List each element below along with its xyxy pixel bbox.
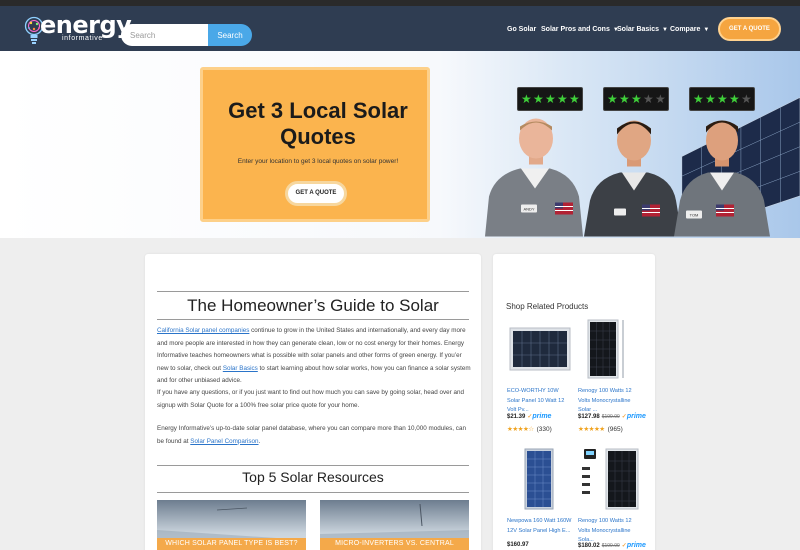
card-label: MICRO-INVERTERS VS. CENTRAL bbox=[320, 538, 469, 550]
prime-badge: ✓prime bbox=[622, 542, 646, 549]
product-image bbox=[587, 319, 624, 379]
svg-text:TOM: TOM bbox=[690, 213, 699, 218]
star-icon: ★ bbox=[643, 92, 654, 106]
svg-text:ANDY: ANDY bbox=[523, 207, 534, 212]
product-name[interactable]: ECO-WORTHY 10W Solar Panel 10 Watt 12 Vo… bbox=[507, 387, 573, 416]
search-button[interactable]: Search bbox=[208, 24, 252, 46]
main-content: The Homeowner’s Guide to Solar Californi… bbox=[145, 254, 481, 550]
product-rating: ★★★★★ (965) bbox=[578, 425, 623, 433]
nav-compare[interactable]: Compare ▼ bbox=[670, 26, 709, 33]
card-label: WHICH SOLAR PANEL TYPE IS BEST? bbox=[157, 538, 306, 550]
nav-label: Solar Pros and Cons bbox=[541, 26, 610, 33]
nav-label: Compare bbox=[670, 26, 701, 33]
hero-banner: ANDY TOM ★ ★ ★ ★ ★ ★ ★ ★ ★ ★ ★ ★ ★ ★ ★ G… bbox=[0, 51, 800, 238]
rating-stars-icon: ★★★★★ bbox=[578, 426, 605, 433]
product-old-price: $199.99 bbox=[601, 543, 620, 549]
star-icon: ★ bbox=[631, 92, 642, 106]
prime-label: prime bbox=[626, 542, 646, 549]
star-icon: ★ bbox=[557, 92, 568, 106]
questions-paragraph: If you have any questions, or if you jus… bbox=[157, 389, 464, 409]
sidebar: Shop Related Products ECO-WORTHY 10W Sol… bbox=[493, 254, 655, 550]
chevron-down-icon: ▼ bbox=[662, 27, 668, 33]
product-price-row: $127.98 $199.99 ✓prime bbox=[578, 413, 646, 420]
star-icon: ★ bbox=[533, 92, 544, 106]
divider bbox=[157, 465, 469, 466]
hero-get-quote-button[interactable]: GET A QUOTE bbox=[285, 181, 347, 206]
installer-rating-badge: ★ ★ ★ ★ ★ bbox=[517, 87, 583, 111]
divider bbox=[157, 492, 469, 493]
divider bbox=[157, 291, 469, 292]
nav-solar-basics[interactable]: Solar Basics ▼ bbox=[617, 26, 668, 33]
nav-solar-pros-cons[interactable]: Solar Pros and Cons ▼ bbox=[541, 26, 619, 33]
star-icon: ★ bbox=[717, 92, 728, 106]
link-solar-basics[interactable]: Solar Basics bbox=[223, 365, 258, 372]
product-rating: ★★★★☆ (330) bbox=[507, 425, 552, 433]
logo-subtitle: informative bbox=[62, 35, 103, 42]
product-price-row: $160.97 bbox=[507, 542, 529, 548]
star-icon: ★ bbox=[741, 92, 752, 106]
installer-photo bbox=[584, 120, 682, 237]
product-price-row: $180.02 $199.99 ✓prime bbox=[578, 542, 646, 549]
hero-quote-box: Get 3 Local Solar Quotes Enter your loca… bbox=[200, 67, 430, 222]
installer-rating-badge: ★ ★ ★ ★ ★ bbox=[603, 87, 669, 111]
prime-label: prime bbox=[626, 413, 646, 420]
search-input[interactable] bbox=[121, 24, 208, 46]
star-icon: ★ bbox=[521, 92, 532, 106]
nav-label: Solar Basics bbox=[617, 26, 660, 33]
section-title: Top 5 Solar Resources bbox=[242, 469, 384, 485]
site-header: energy informative Search Go Solar Solar… bbox=[0, 6, 800, 51]
intro-paragraph: California Solar panel companies continu… bbox=[157, 325, 472, 388]
chevron-down-icon: ▼ bbox=[703, 27, 710, 33]
prime-badge: ✓prime bbox=[527, 413, 551, 420]
installer-rating-badge: ★ ★ ★ ★ ★ bbox=[689, 87, 755, 111]
star-icon: ★ bbox=[693, 92, 704, 106]
product-price: $180.02 bbox=[578, 543, 600, 549]
prime-label: prime bbox=[532, 413, 552, 420]
link-solar-panel-comparison[interactable]: Solar Panel Comparison bbox=[190, 438, 258, 445]
divider bbox=[157, 319, 469, 320]
rating-count[interactable]: (330) bbox=[537, 426, 552, 433]
sidebar-title: Shop Related Products bbox=[506, 302, 589, 311]
prime-badge: ✓prime bbox=[622, 413, 646, 420]
logo-wordmark: energy bbox=[40, 11, 132, 39]
product-price-row: $21.39 ✓prime bbox=[507, 413, 551, 420]
product-image bbox=[509, 327, 571, 371]
star-icon: ★ bbox=[619, 92, 630, 106]
product-image bbox=[524, 448, 554, 510]
page-title: The Homeowner’s Guide to Solar bbox=[187, 296, 439, 315]
star-icon: ★ bbox=[545, 92, 556, 106]
hero-title: Get 3 Local Solar Quotes bbox=[228, 98, 408, 149]
product-name[interactable]: Newpowa 160 Watt 160W 12V Solar Panel Hi… bbox=[507, 517, 573, 536]
product-old-price: $199.99 bbox=[601, 414, 620, 420]
nav-label: Go Solar bbox=[507, 26, 537, 33]
product-price: $160.97 bbox=[507, 542, 529, 548]
star-icon: ★ bbox=[729, 92, 740, 106]
paragraph-text: . bbox=[258, 437, 261, 445]
star-icon: ★ bbox=[705, 92, 716, 106]
database-paragraph: Energy Informative’s up-to-date solar pa… bbox=[157, 423, 472, 448]
product-price: $127.98 bbox=[578, 414, 600, 420]
resource-card[interactable]: WHICH SOLAR PANEL TYPE IS BEST? bbox=[157, 500, 306, 550]
star-icon: ★ bbox=[655, 92, 666, 106]
product-price: $21.39 bbox=[507, 414, 526, 420]
installer-photo: TOM bbox=[674, 120, 770, 237]
nav-go-solar[interactable]: Go Solar bbox=[507, 26, 536, 33]
rating-stars-icon: ★★★★☆ bbox=[507, 426, 534, 433]
installer-photo: ANDY bbox=[485, 118, 583, 237]
resource-card[interactable]: MICRO-INVERTERS VS. CENTRAL bbox=[320, 500, 469, 550]
hero-subtitle: Enter your location to get 3 local quote… bbox=[237, 158, 399, 165]
header-get-quote-button[interactable]: GET A QUOTE bbox=[718, 17, 781, 41]
link-california-solar[interactable]: California Solar panel companies bbox=[157, 327, 249, 334]
product-name[interactable]: Renogy 100 Watts 12 Volts Monocrystallin… bbox=[578, 387, 644, 416]
rating-count[interactable]: (965) bbox=[608, 426, 623, 433]
product-image bbox=[582, 448, 639, 510]
star-icon: ★ bbox=[569, 92, 580, 106]
star-icon: ★ bbox=[607, 92, 618, 106]
